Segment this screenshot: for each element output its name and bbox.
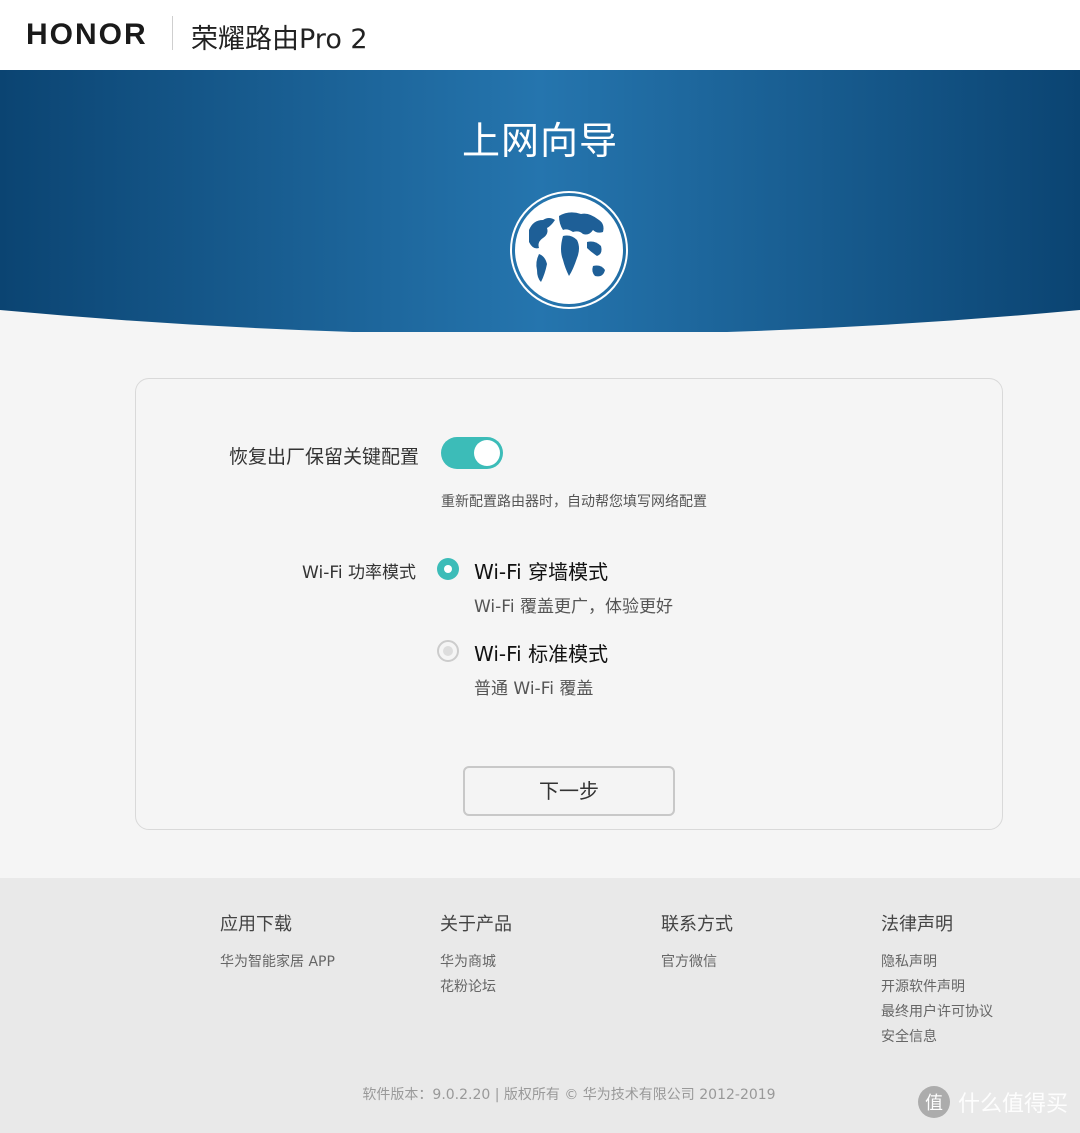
wifi-through-wall-title[interactable]: Wi-Fi 穿墙模式 [474, 556, 608, 585]
wifi-through-wall-radio[interactable] [437, 558, 459, 580]
footer-link-vmall[interactable]: 华为商城 [440, 950, 512, 975]
top-bar: HONOR 荣耀路由Pro 2 [0, 0, 1080, 70]
toggle-knob [474, 440, 500, 466]
footer-column-title: 联系方式 [661, 914, 733, 935]
globe-icon [510, 191, 628, 309]
product-name: 荣耀路由Pro 2 [191, 24, 368, 55]
footer-link-security-info[interactable]: 安全信息 [881, 1025, 993, 1050]
divider [172, 16, 173, 50]
wifi-power-mode-label: Wi-Fi 功率模式 [302, 563, 416, 583]
footer-column-title: 法律声明 [881, 914, 953, 935]
footer-column-title: 关于产品 [440, 914, 512, 935]
wifi-standard-radio[interactable] [437, 640, 459, 662]
wifi-standard-desc: 普通 Wi-Fi 覆盖 [474, 679, 594, 699]
reset-keep-config-toggle[interactable] [441, 437, 503, 469]
watermark-text: 什么值得买 [957, 1092, 1068, 1117]
reset-hint-text: 重新配置路由器时，自动帮您填写网络配置 [441, 494, 707, 510]
footer-link-eula[interactable]: 最终用户许可协议 [881, 1000, 993, 1025]
setup-card: 恢复出厂保留关键配置 重新配置路由器时，自动帮您填写网络配置 Wi-Fi 功率模… [135, 378, 1003, 830]
footer-link-forum[interactable]: 花粉论坛 [440, 975, 512, 1000]
footer-column-contact: 联系方式 官方微信 [661, 910, 733, 975]
wifi-standard-title[interactable]: Wi-Fi 标准模式 [474, 638, 608, 667]
footer: 应用下载 华为智能家居 APP 关于产品 华为商城 花粉论坛 联系方式 官方微信… [0, 878, 1080, 1133]
footer-link-privacy[interactable]: 隐私声明 [881, 950, 993, 975]
footer-column-title: 应用下载 [220, 914, 292, 935]
brand-logo: HONOR [26, 18, 148, 51]
wizard-title: 上网向导 [461, 119, 618, 163]
watermark: 值 什么值得买 [917, 1086, 1068, 1118]
footer-column-app-download: 应用下载 华为智能家居 APP [220, 910, 335, 975]
next-step-button[interactable]: 下一步 [463, 766, 675, 816]
footer-link-smart-home-app[interactable]: 华为智能家居 APP [220, 950, 335, 975]
wifi-through-wall-desc: Wi-Fi 覆盖更广，体验更好 [474, 597, 673, 617]
banner: 上网向导 [0, 70, 1080, 332]
footer-link-open-source[interactable]: 开源软件声明 [881, 975, 993, 1000]
footer-column-about-product: 关于产品 华为商城 花粉论坛 [440, 910, 512, 1000]
footer-column-legal: 法律声明 隐私声明 开源软件声明 最终用户许可协议 安全信息 [881, 910, 993, 1050]
footer-link-wechat[interactable]: 官方微信 [661, 950, 733, 975]
watermark-logo-icon: 值 [917, 1086, 950, 1118]
reset-keep-config-label: 恢复出厂保留关键配置 [228, 446, 419, 468]
